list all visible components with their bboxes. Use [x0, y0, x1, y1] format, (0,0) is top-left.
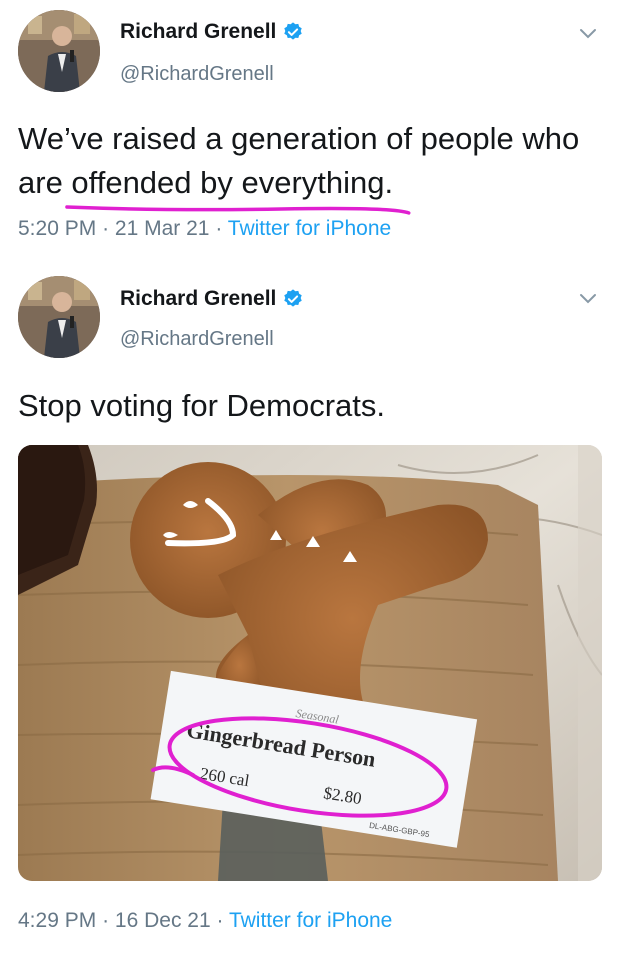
underlined-text: offended by everything.	[71, 165, 394, 200]
verified-badge-icon	[284, 22, 303, 40]
avatar[interactable]	[18, 276, 100, 358]
author-name[interactable]: Richard Grenell	[120, 287, 276, 311]
meta-separator: ·	[102, 909, 110, 932]
verified-badge-icon	[284, 289, 303, 307]
author-handle[interactable]: @RichardGrenell	[120, 328, 274, 351]
tweet-text-underlined-phrase: offended by everything.	[65, 161, 411, 215]
chevron-down-icon[interactable]	[579, 28, 597, 40]
tweet-meta: 4:29 PM · 16 Dec 21 · Twitter for iPhone	[18, 909, 392, 933]
tweet-source-link[interactable]: Twitter for iPhone	[228, 217, 391, 240]
annotation-underline	[65, 205, 411, 215]
tweet-date[interactable]: 16 Dec 21	[115, 909, 211, 932]
avatar[interactable]	[18, 10, 100, 92]
meta-separator: ·	[102, 217, 110, 240]
tweet-photo[interactable]: Seasonal Gingerbread Person 260 cal $2.8…	[18, 445, 602, 881]
tweet-time[interactable]: 5:20 PM	[18, 217, 96, 240]
tweet-text: We’ve raised a generation of people who …	[18, 117, 599, 215]
tweet-text: Stop voting for Democrats.	[18, 388, 385, 423]
author-row: Richard Grenell	[120, 287, 304, 311]
author-row: Richard Grenell	[120, 20, 304, 44]
tweet-date[interactable]: 21 Mar 21	[115, 217, 210, 240]
author-handle[interactable]: @RichardGrenell	[120, 63, 274, 86]
meta-separator: ·	[215, 217, 223, 240]
meta-separator: ·	[216, 909, 224, 932]
chevron-down-icon[interactable]	[579, 293, 597, 305]
tweet-2: Richard Grenell @RichardGrenell Stop vot…	[0, 262, 619, 953]
tweet-time[interactable]: 4:29 PM	[18, 909, 96, 932]
tweet-meta: 5:20 PM · 21 Mar 21 · Twitter for iPhone	[18, 217, 391, 241]
author-name[interactable]: Richard Grenell	[120, 20, 276, 44]
tweet-1: Richard Grenell @RichardGrenell We’ve ra…	[0, 0, 619, 262]
tweet-source-link[interactable]: Twitter for iPhone	[229, 909, 392, 932]
